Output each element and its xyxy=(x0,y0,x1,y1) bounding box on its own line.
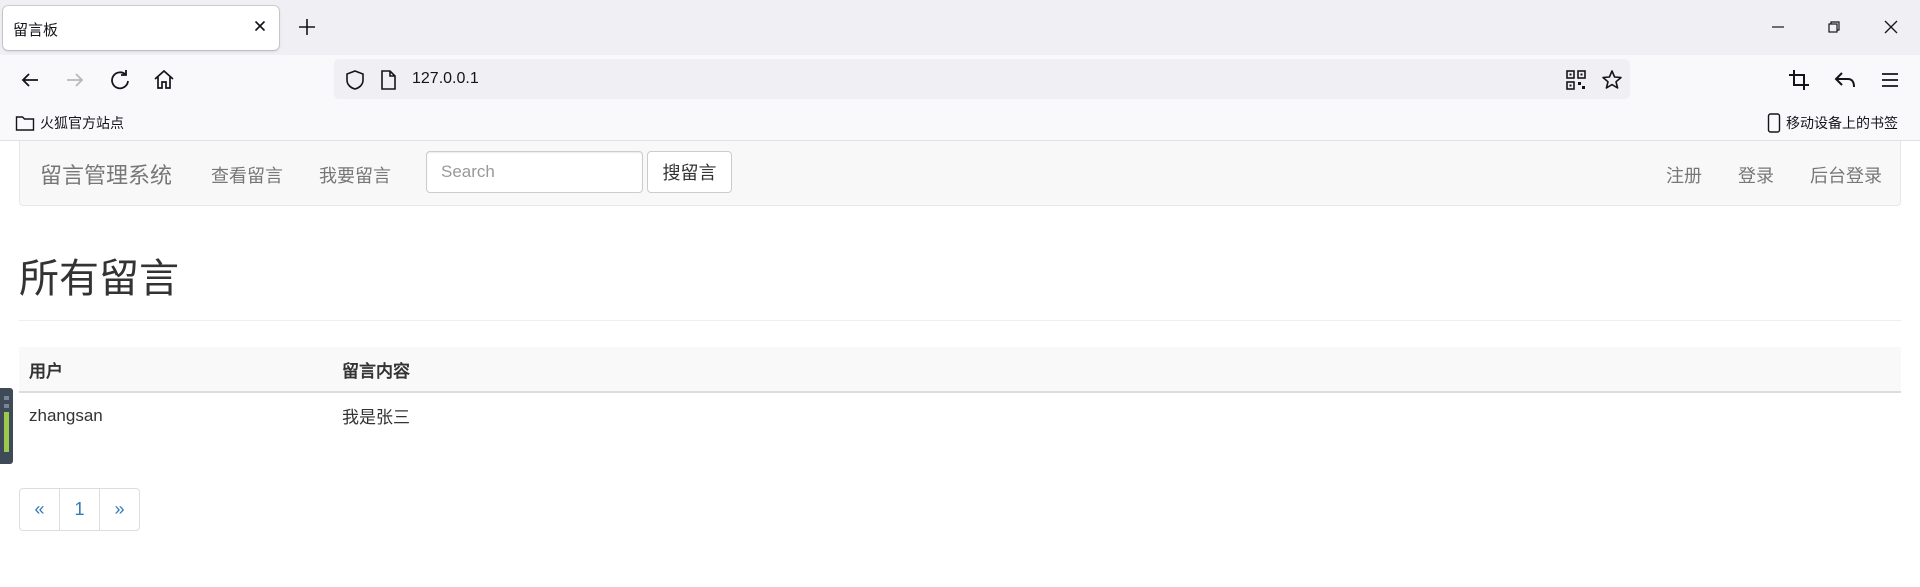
table-row: zhangsan 我是张三 xyxy=(19,392,1901,438)
nav-post-message[interactable]: 我要留言 xyxy=(319,162,391,188)
qr-code-icon[interactable] xyxy=(1566,70,1586,90)
browser-tab-bar: 留言板 xyxy=(0,0,1920,55)
nav-register[interactable]: 注册 xyxy=(1666,162,1702,188)
forward-arrow-icon[interactable] xyxy=(62,67,88,93)
meter-bar xyxy=(4,404,9,408)
column-header-user: 用户 xyxy=(19,347,332,393)
browser-toolbar: 127.0.0.1 xyxy=(0,55,1920,105)
messages-table: 用户 留言内容 zhangsan 我是张三 xyxy=(19,347,1901,438)
screenshot-crop-icon[interactable] xyxy=(1786,67,1812,93)
meter-bar xyxy=(4,396,9,400)
bookmark-label: 火狐官方站点 xyxy=(40,115,124,131)
address-bar[interactable]: 127.0.0.1 xyxy=(334,59,1630,99)
url-text: 127.0.0.1 xyxy=(412,70,479,87)
nav-admin-login[interactable]: 后台登录 xyxy=(1810,162,1882,188)
mobile-device-icon xyxy=(1767,113,1781,133)
search-input[interactable] xyxy=(426,151,643,193)
new-tab-plus-icon[interactable] xyxy=(296,16,318,38)
shield-icon[interactable] xyxy=(344,69,366,91)
nav-login[interactable]: 登录 xyxy=(1738,162,1774,188)
column-header-content: 留言内容 xyxy=(332,347,1901,393)
bookmarks-toolbar: 火狐官方站点 移动设备上的书签 xyxy=(0,105,1920,141)
bookmark-star-icon[interactable] xyxy=(1600,68,1624,92)
pagination-page-1[interactable]: 1 xyxy=(59,488,100,531)
hamburger-menu-icon[interactable] xyxy=(1877,67,1903,93)
back-arrow-icon[interactable] xyxy=(17,67,43,93)
browser-tab[interactable]: 留言板 xyxy=(3,6,279,50)
tab-title: 留言板 xyxy=(13,22,59,39)
folder-icon xyxy=(15,116,35,131)
minimize-icon[interactable] xyxy=(1766,16,1790,38)
side-floating-widget[interactable] xyxy=(0,388,13,464)
page-title: 所有留言 xyxy=(19,257,179,301)
close-icon[interactable] xyxy=(251,17,269,35)
window-close-icon[interactable] xyxy=(1879,16,1903,38)
site-brand[interactable]: 留言管理系统 xyxy=(40,158,172,190)
cell-user: zhangsan xyxy=(29,405,103,425)
page-content: 留言管理系统 查看留言 我要留言 搜留言 注册 登录 后台登录 所有留言 用户 … xyxy=(0,141,1920,587)
pagination-next[interactable]: » xyxy=(99,488,140,531)
page-header: 所有留言 xyxy=(19,246,1901,321)
reload-icon[interactable] xyxy=(107,67,133,93)
home-icon[interactable] xyxy=(151,67,177,93)
meter-bar xyxy=(4,412,9,452)
site-navbar: 留言管理系统 查看留言 我要留言 搜留言 注册 登录 后台登录 xyxy=(19,141,1901,206)
bookmark-label: 移动设备上的书签 xyxy=(1786,115,1898,131)
cell-content: 我是张三 xyxy=(342,408,410,427)
pagination-prev[interactable]: « xyxy=(19,488,60,531)
pagination: « 1 » xyxy=(19,488,140,531)
undo-arrow-icon[interactable] xyxy=(1832,67,1858,93)
table-header-row: 用户 留言内容 xyxy=(19,347,1901,393)
nav-view-messages[interactable]: 查看留言 xyxy=(211,162,283,188)
bookmark-folder-firefox[interactable]: 火狐官方站点 xyxy=(15,113,124,133)
search-button[interactable]: 搜留言 xyxy=(647,151,732,193)
bookmark-folder-mobile[interactable]: 移动设备上的书签 xyxy=(1767,113,1898,133)
page-info-icon[interactable] xyxy=(378,69,398,91)
restore-icon[interactable] xyxy=(1822,16,1846,38)
